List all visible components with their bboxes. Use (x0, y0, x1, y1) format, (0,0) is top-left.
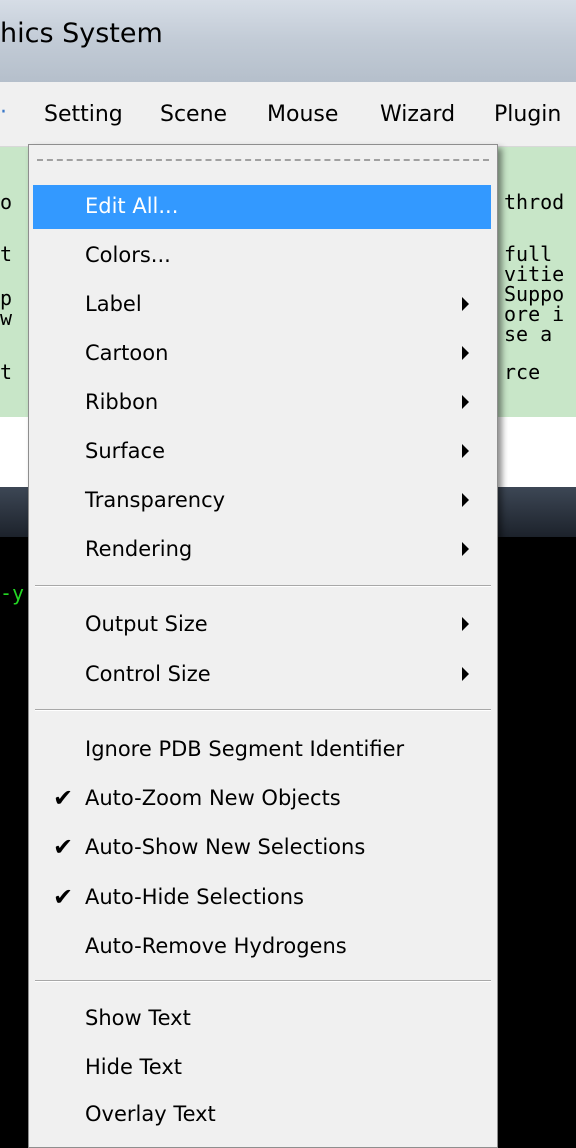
menu-item-auto-show[interactable]: ✔ Auto-Show New Selections (33, 826, 491, 870)
menu-scene[interactable]: Scene (160, 102, 227, 127)
menu-item-auto-zoom[interactable]: ✔ Auto-Zoom New Objects (33, 777, 491, 821)
bg-text-right: rce (504, 360, 541, 384)
checkmark-icon: ✔ (53, 833, 74, 861)
submenu-arrow-icon (462, 542, 469, 556)
menu-item-label: Colors... (85, 243, 171, 267)
menu-item-label: Auto-Remove Hydrogens (85, 934, 347, 958)
submenu-arrow-icon (462, 493, 469, 507)
menu-item-ribbon[interactable]: Ribbon (33, 381, 491, 425)
menu-item-auto-remove-hydrogens[interactable]: Auto-Remove Hydrogens (33, 925, 491, 969)
checkmark-icon: ✔ (53, 883, 74, 911)
bg-text-left: o (0, 190, 13, 214)
menu-item-auto-hide[interactable]: ✔ Auto-Hide Selections (33, 876, 491, 920)
submenu-arrow-icon (462, 297, 469, 311)
menu-item-label: Ignore PDB Segment Identifier (85, 737, 405, 761)
menu-item-label: Control Size (85, 662, 211, 686)
menu-item-surface[interactable]: Surface (33, 430, 491, 474)
menu-item-hide-text[interactable]: Hide Text (33, 1046, 491, 1090)
bg-text-left: t (0, 242, 13, 266)
menu-item-label: Rendering (85, 537, 193, 561)
menu-bar: · Setting Scene Mouse Wizard Plugin (0, 82, 576, 147)
menu-item-label: Hide Text (85, 1055, 183, 1079)
menu-separator (35, 585, 491, 587)
menu-item-rendering[interactable]: Rendering (33, 528, 491, 572)
menu-item-label: Overlay Text (85, 1102, 216, 1126)
menu-plugin[interactable]: Plugin (494, 102, 561, 127)
checkmark-icon: ✔ (53, 784, 74, 812)
submenu-arrow-icon (462, 617, 469, 631)
menu-item-label: Transparency (85, 488, 226, 512)
submenu-arrow-icon (462, 346, 469, 360)
menu-item-cartoon[interactable]: Cartoon (33, 332, 491, 376)
menu-item-control-size[interactable]: Control Size (33, 653, 491, 697)
menu-item-overlay-text[interactable]: Overlay Text (33, 1093, 491, 1137)
menu-item-label: Auto-Show New Selections (85, 835, 366, 859)
menu-item-colors[interactable]: Colors... (33, 234, 491, 278)
menubar-edge: · (0, 100, 7, 125)
menu-item-label: Edit All... (85, 194, 179, 218)
bg-text-right: throd (504, 190, 565, 214)
menu-separator (35, 980, 491, 982)
menu-item-label: Auto-Hide Selections (85, 885, 304, 909)
menu-setting[interactable]: Setting (44, 102, 123, 127)
setting-dropdown-menu: Edit All... Colors... Label Cartoon Ribb… (28, 144, 498, 1148)
menu-item-label: Cartoon (85, 341, 169, 365)
submenu-arrow-icon (462, 444, 469, 458)
menu-item-label: Label (85, 292, 142, 316)
menu-item-show-text[interactable]: Show Text (33, 997, 491, 1041)
console-text: -y (0, 581, 25, 605)
window-title-bar: hics System (0, 0, 576, 82)
menu-item-label: Output Size (85, 612, 208, 636)
menu-item-label-submenu[interactable]: Label (33, 283, 491, 327)
menu-item-transparency[interactable]: Transparency (33, 479, 491, 523)
menu-item-label: Auto-Zoom New Objects (85, 786, 341, 810)
window-title: hics System (0, 18, 163, 49)
menu-separator (35, 709, 491, 711)
menu-item-ignore-pdb-segment[interactable]: Ignore PDB Segment Identifier (33, 728, 491, 772)
menu-mouse[interactable]: Mouse (267, 102, 338, 127)
submenu-arrow-icon (462, 395, 469, 409)
menu-item-label: Show Text (85, 1006, 191, 1030)
menu-item-label: Ribbon (85, 390, 159, 414)
bg-text-left: t (0, 360, 13, 384)
tearoff-line[interactable] (37, 159, 489, 161)
submenu-arrow-icon (462, 667, 469, 681)
menu-wizard[interactable]: Wizard (380, 102, 455, 127)
menu-item-output-size[interactable]: Output Size (33, 603, 491, 647)
menu-item-edit-all[interactable]: Edit All... (33, 185, 491, 229)
bg-text-right: se a (504, 322, 553, 346)
bg-text-left: w (0, 306, 13, 330)
menu-item-label: Surface (85, 439, 166, 463)
